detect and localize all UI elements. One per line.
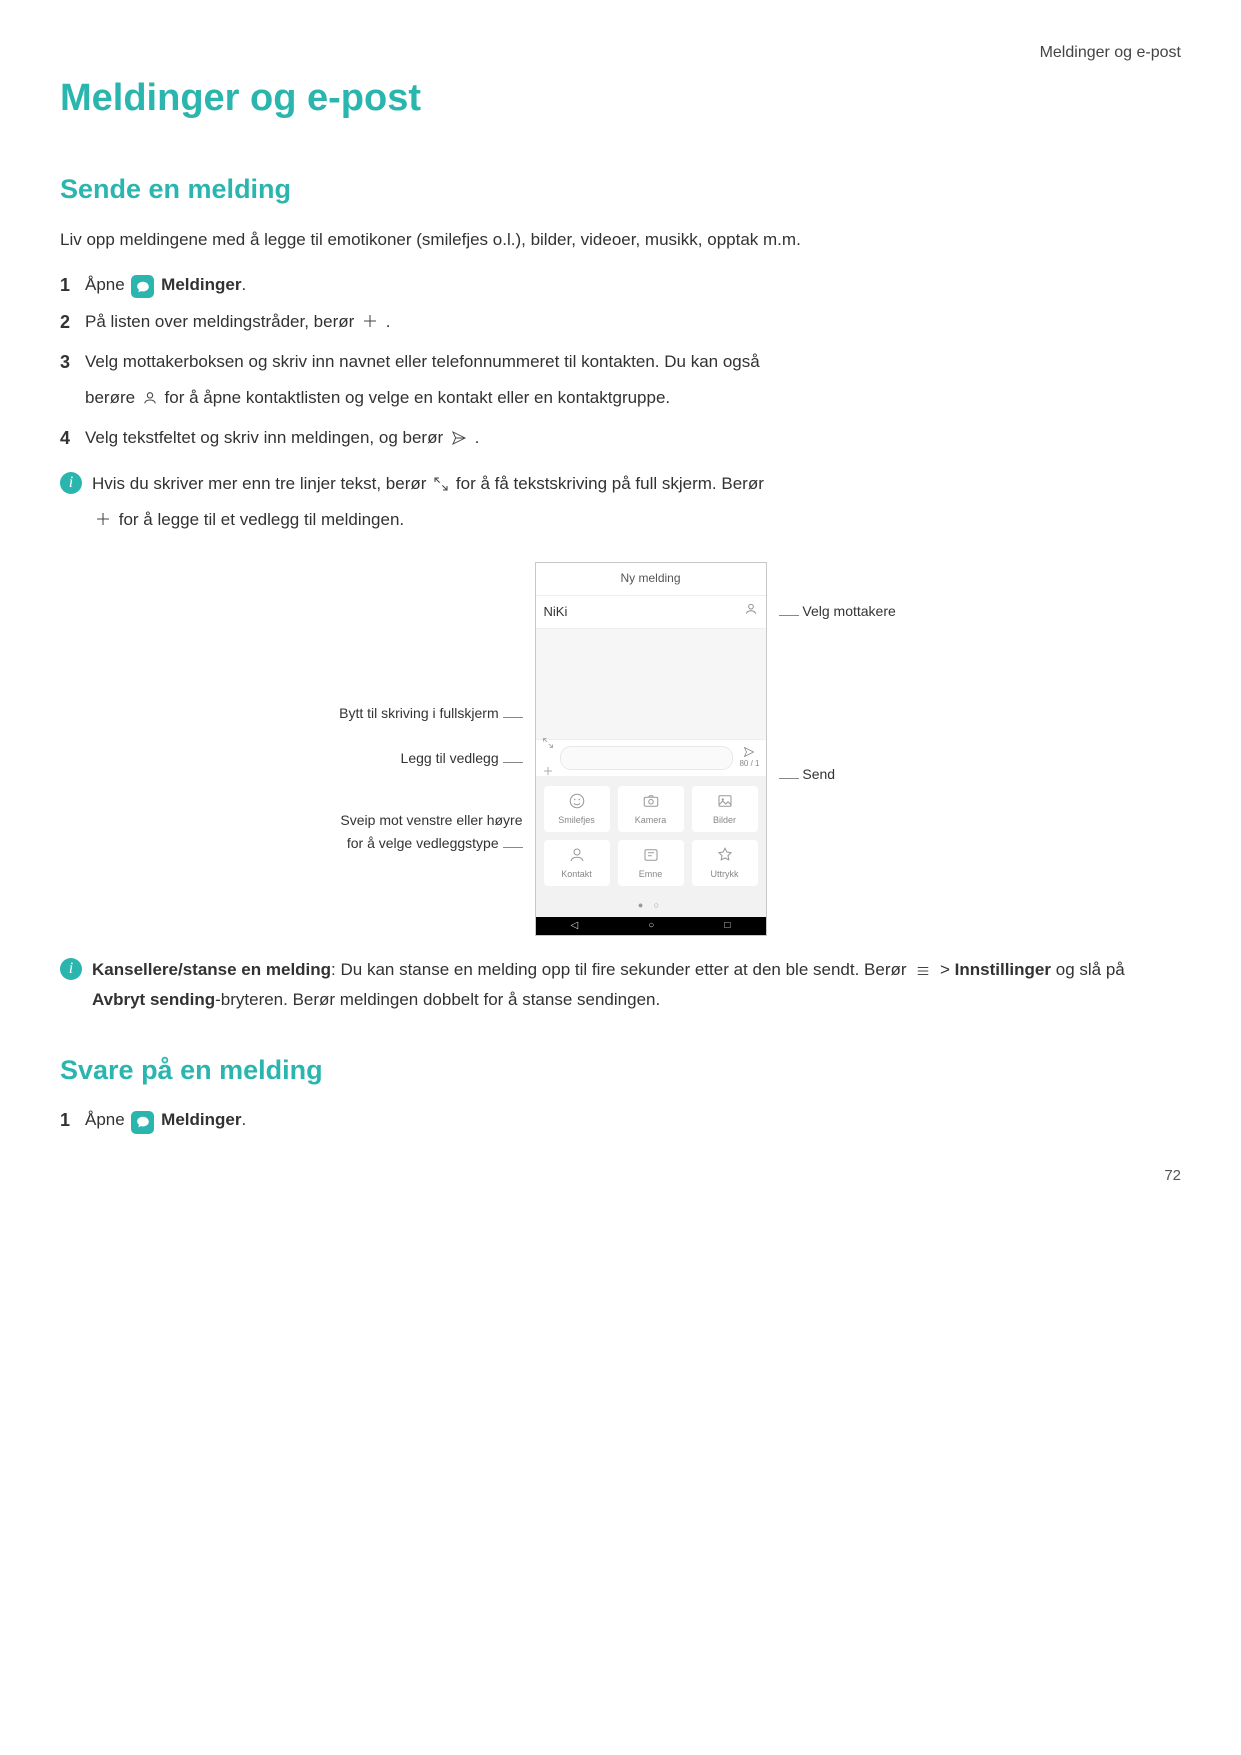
callout-recipients: Velg mottakere xyxy=(779,600,919,622)
page-indicator: ● ○ xyxy=(536,896,766,916)
note-lead: Kansellere/stanse en melding xyxy=(92,960,331,979)
section-heading-reply: Svare på en melding xyxy=(60,1049,1181,1092)
note-text: Hvis du skriver mer enn tre linjer tekst… xyxy=(92,474,431,493)
send-count: 80 / 1 xyxy=(739,758,759,771)
step-text: Velg tekstfeltet og skriv inn meldingen,… xyxy=(85,428,448,447)
back-icon[interactable]: ◁ xyxy=(571,918,579,934)
step-sub-after: for å åpne kontaktlisten og velge en kon… xyxy=(165,388,671,407)
section-heading-send: Sende en melding xyxy=(60,168,1181,211)
note-text: -bryteren. Berør meldingen dobbelt for å… xyxy=(215,990,660,1009)
callout-send: Send xyxy=(779,763,919,785)
plus-icon xyxy=(361,311,379,338)
person-icon xyxy=(142,387,158,414)
note-text: og slå på xyxy=(1056,960,1125,979)
callout-fullscreen: Bytt til skriving i fullskjerm xyxy=(323,702,523,724)
step-sub-before: berøre xyxy=(85,388,140,407)
recent-icon[interactable]: □ xyxy=(724,918,730,934)
callout-swipe: Sveip mot venstre eller høyre for å velg… xyxy=(323,809,523,854)
messages-app-icon xyxy=(131,275,154,298)
callout-attach: Legg til vedlegg xyxy=(323,747,523,769)
tile-images[interactable]: Bilder xyxy=(692,786,758,832)
recipient-name: NiKi xyxy=(544,602,568,623)
note-text: : Du kan stanse en melding opp til fire … xyxy=(331,960,786,979)
phone-text-input[interactable] xyxy=(560,746,734,770)
tile-camera[interactable]: Kamera xyxy=(618,786,684,832)
steps-list: 1 Åpne Meldinger. 2 På listen over meldi… xyxy=(60,271,1181,454)
page-number: 72 xyxy=(60,1164,1181,1188)
steps-list-reply: 1 Åpne Meldinger. xyxy=(60,1106,1181,1134)
step-number: 4 xyxy=(60,424,70,453)
plus-icon xyxy=(94,509,112,536)
step-after: . xyxy=(475,428,480,447)
step-text: Åpne xyxy=(85,1110,129,1129)
step-number: 1 xyxy=(60,271,70,300)
info-icon: i xyxy=(60,958,82,980)
attachment-grid: Smilefjes Kamera Bilder Kontakt Emne Utt… xyxy=(536,776,766,896)
tile-expression[interactable]: Uttrykk xyxy=(692,840,758,886)
menu-icon xyxy=(913,959,933,986)
step-number: 1 xyxy=(60,1106,70,1135)
tile-subject[interactable]: Emne xyxy=(618,840,684,886)
intro-paragraph: Liv opp meldingene med å legge til emoti… xyxy=(60,226,1181,253)
tile-contact[interactable]: Kontakt xyxy=(544,840,610,886)
step-number: 2 xyxy=(60,308,70,337)
phone-title: Ny melding xyxy=(536,563,766,595)
phone-message-body[interactable] xyxy=(536,629,766,739)
plus-icon[interactable] xyxy=(542,761,554,783)
header-crumb: Meldinger og e-post xyxy=(60,40,1181,66)
step-after: . xyxy=(241,275,246,294)
step-text: Velg mottakerboksen og skriv inn navnet … xyxy=(85,352,760,371)
page-title: Meldinger og e-post xyxy=(60,68,1181,129)
step-item: 2 På listen over meldingstråder, berør . xyxy=(60,308,1181,338)
step-after: . xyxy=(241,1110,246,1129)
step-bold: Meldinger xyxy=(161,275,241,294)
note-bold: Avbryt sending xyxy=(92,990,215,1009)
step-item: 1 Åpne Meldinger. xyxy=(60,1106,1181,1134)
step-after: . xyxy=(386,312,391,331)
step-text: På listen over meldingstråder, berør xyxy=(85,312,359,331)
note-bold: Innstillinger xyxy=(955,960,1051,979)
info-note: i Hvis du skriver mer enn tre linjer tek… xyxy=(60,470,1181,542)
person-icon[interactable] xyxy=(744,602,758,623)
step-number: 3 xyxy=(60,348,70,377)
note-text: for å legge til et vedlegg til meldingen… xyxy=(119,510,404,529)
send-icon xyxy=(450,427,468,454)
messages-app-icon xyxy=(131,1111,154,1134)
fullscreen-icon xyxy=(433,473,449,500)
info-note-cancel: i Kansellere/stanse en melding: Du kan s… xyxy=(60,956,1181,1019)
step-text: Åpne xyxy=(85,275,129,294)
note-text: for å få tekstskriving på full skjerm. B… xyxy=(456,474,764,493)
note-text: ble sendt. Berør xyxy=(786,960,912,979)
info-icon: i xyxy=(60,472,82,494)
phone-diagram: Bytt til skriving i fullskjerm Legg til … xyxy=(60,562,1181,935)
step-bold: Meldinger xyxy=(161,1110,241,1129)
step-item: 1 Åpne Meldinger. xyxy=(60,271,1181,299)
phone-mockup: Ny melding NiKi 80 / 1 Smilefjes xyxy=(535,562,767,935)
phone-input-toolbar: 80 / 1 xyxy=(536,739,766,776)
home-icon[interactable]: ○ xyxy=(648,918,654,934)
phone-send-button[interactable]: 80 / 1 xyxy=(739,746,759,771)
step-item: 3 Velg mottakerboksen og skriv inn navne… xyxy=(60,348,1181,413)
phone-recipient-field[interactable]: NiKi xyxy=(536,596,766,630)
note-text: > xyxy=(940,960,955,979)
step-item: 4 Velg tekstfeltet og skriv inn meldinge… xyxy=(60,424,1181,454)
fullscreen-icon[interactable] xyxy=(542,733,554,755)
tile-emoji[interactable]: Smilefjes xyxy=(544,786,610,832)
android-nav-bar: ◁ ○ □ xyxy=(536,917,766,935)
